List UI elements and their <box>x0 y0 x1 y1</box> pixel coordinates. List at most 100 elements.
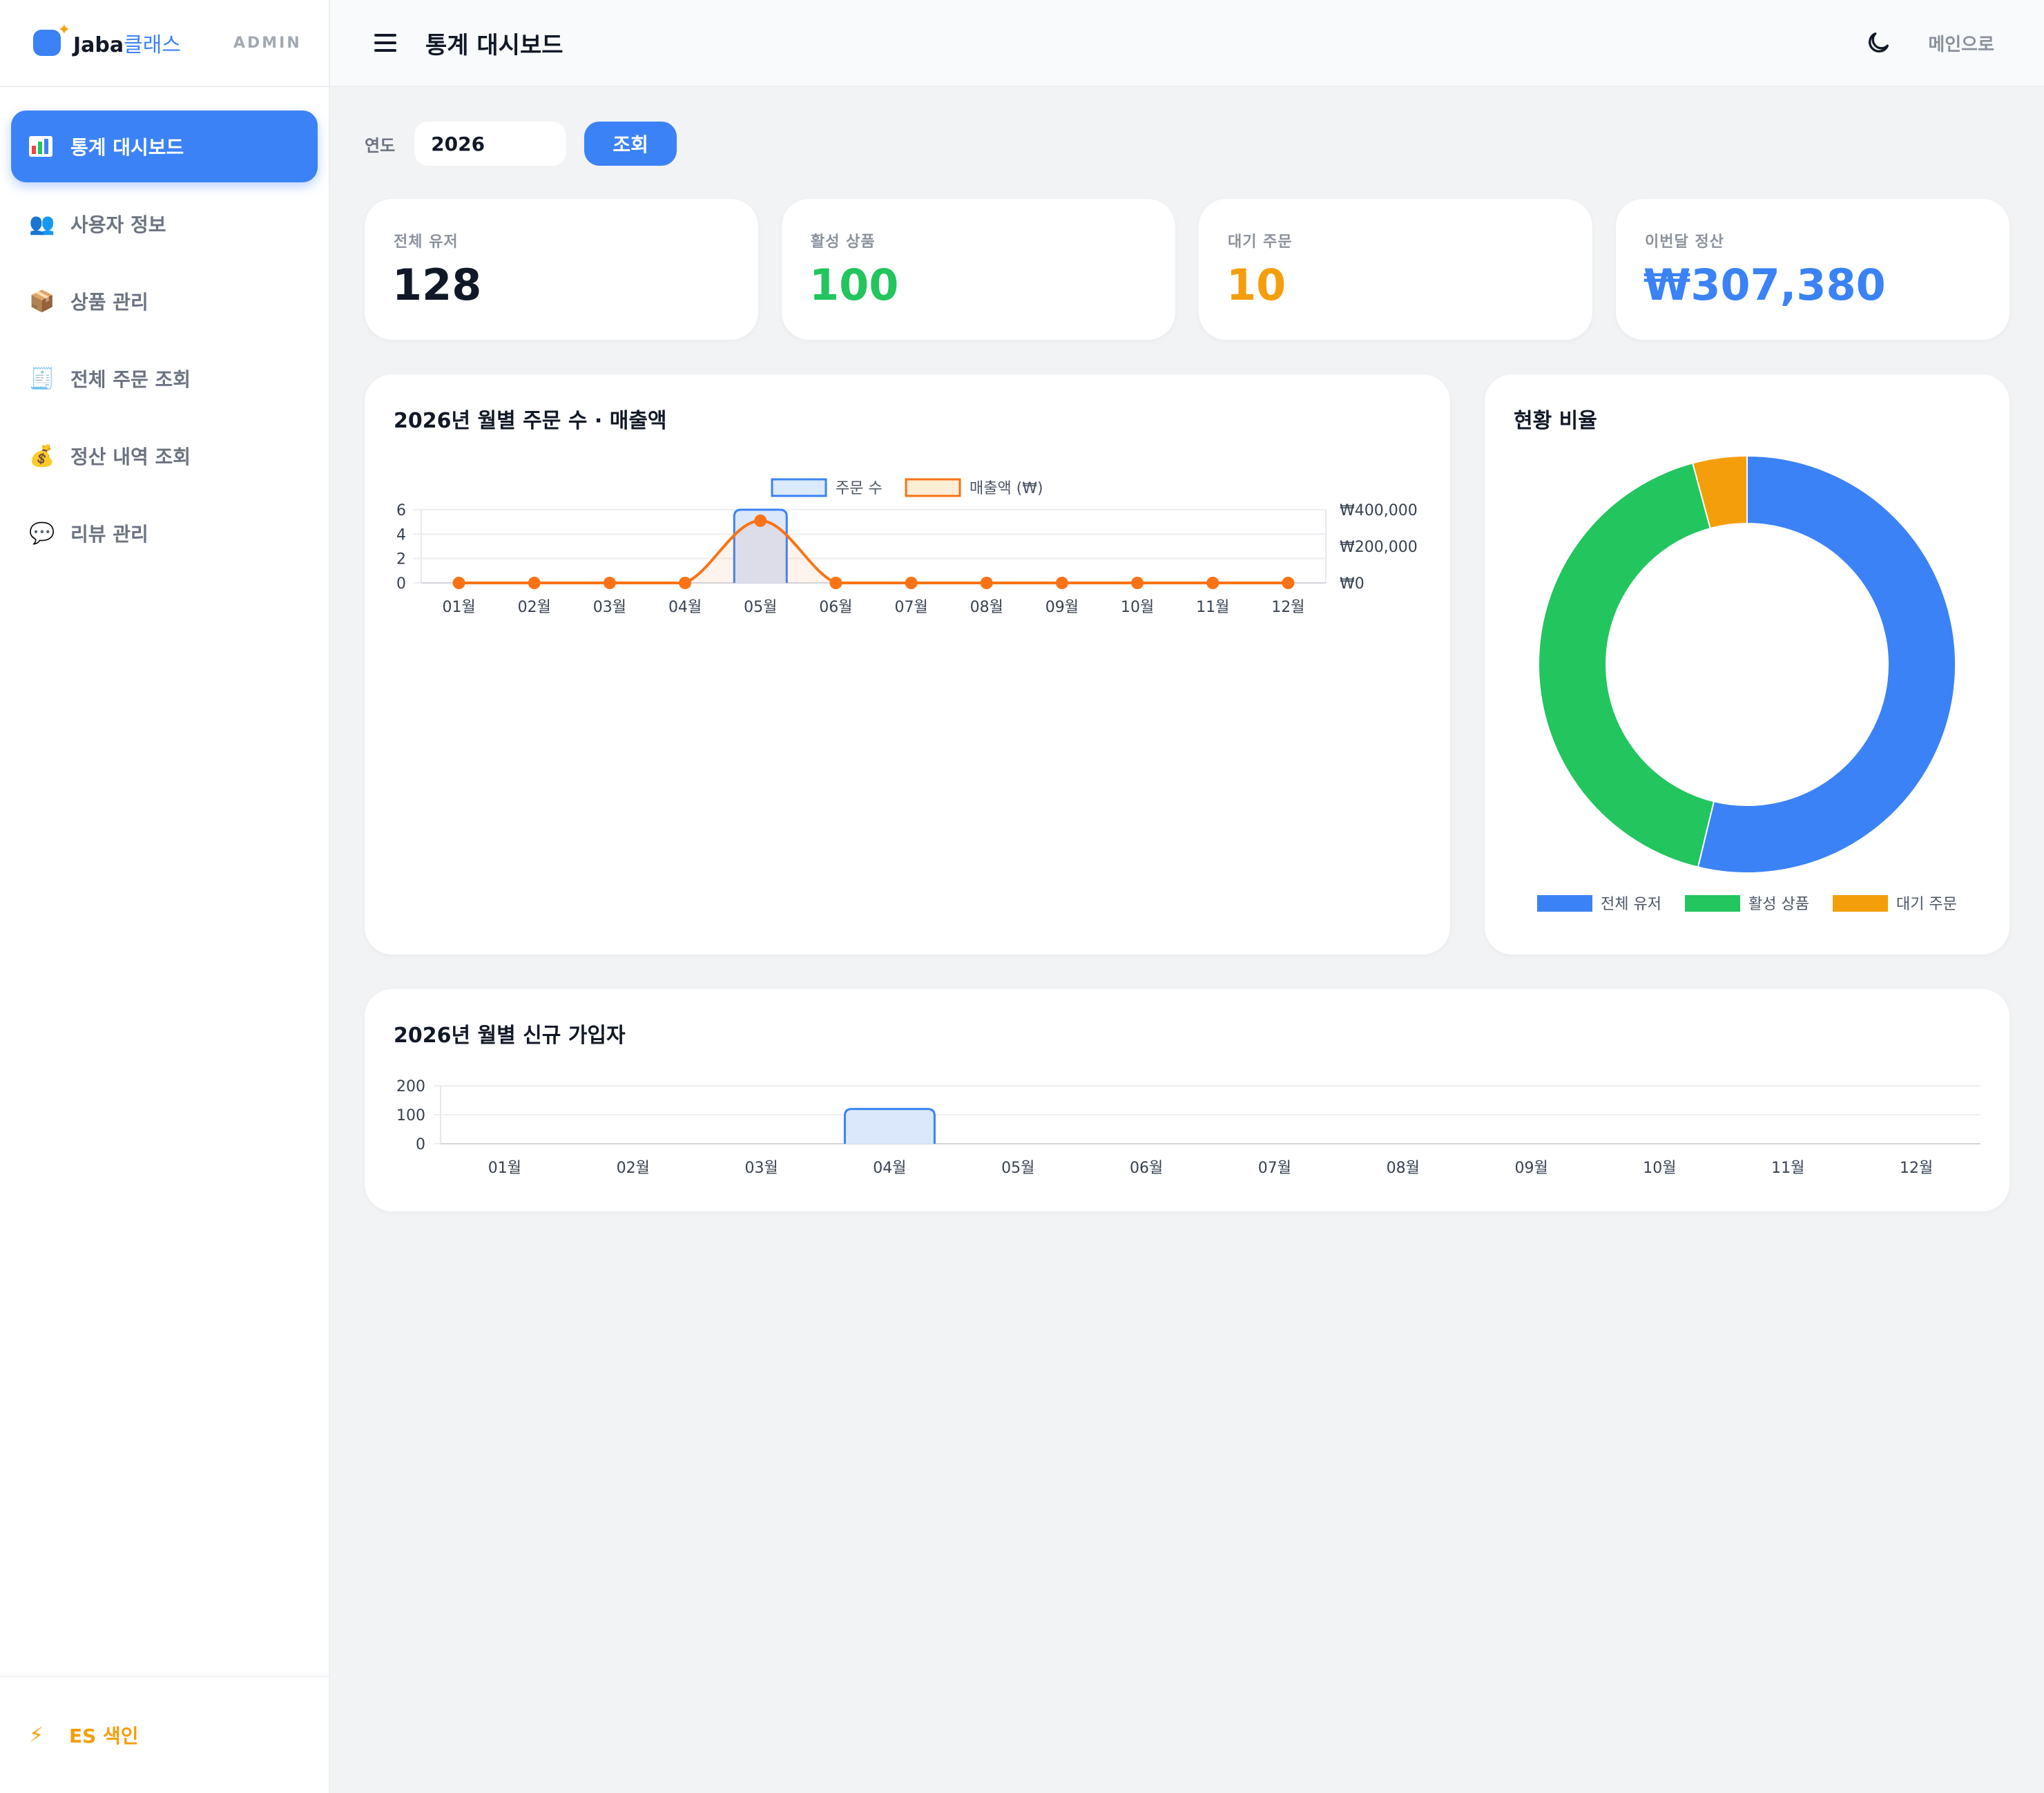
stat-label: 대기 주문 <box>1228 233 1293 251</box>
sidebar-item-settlements[interactable]: 💰 정산 내역 조회 <box>11 420 318 492</box>
x-tick-label: 07월 <box>1258 1160 1291 1177</box>
revenue-point <box>603 577 616 589</box>
sidebar-item-label: 사용자 정보 <box>70 213 166 236</box>
brand-logo-icon: ✦ <box>33 21 70 56</box>
revenue-point <box>679 577 692 589</box>
go-main-link[interactable]: 메인으로 <box>1928 30 1994 56</box>
sidebar-item-reviews[interactable]: 💬 리뷰 관리 <box>11 497 318 569</box>
y-right-tick-label: ₩0 <box>1340 575 1365 593</box>
legend-label: 활성 상품 <box>1748 896 1809 913</box>
x-tick-label: 06월 <box>1130 1160 1163 1177</box>
receipt-icon: 🧾 <box>29 366 55 391</box>
x-tick-label: 06월 <box>819 599 852 616</box>
x-tick-label: 01월 <box>488 1160 521 1177</box>
stat-card-users: 전체 유저 128 <box>365 199 758 340</box>
revenue-area <box>459 520 1289 583</box>
y-left-tick-label: 0 <box>396 575 406 593</box>
sidebar-item-orders[interactable]: 🧾 전체 주문 조회 <box>11 343 318 414</box>
y-tick-label: 0 <box>416 1136 425 1153</box>
bar <box>843 1108 936 1144</box>
signups-chart: 0 100 200 01월 02월 03월 04월 05월 06월 07월 08월 09월 10월 11월… <box>396 1078 1980 1177</box>
y-left-tick-label: 2 <box>396 551 406 568</box>
x-tick-label: 03월 <box>744 1160 778 1177</box>
revenue-point <box>1282 577 1295 589</box>
stat-label: 전체 유저 <box>394 233 459 251</box>
revenue-point <box>452 577 465 589</box>
stat-label: 활성 상품 <box>811 233 876 251</box>
brand[interactable]: ✦ Jaba클래스 ADMIN <box>0 0 329 87</box>
x-tick-label: 03월 <box>593 599 626 616</box>
x-tick-label: 04월 <box>668 599 702 616</box>
signups-card: 2026년 월별 신규 가입자 0 100 200 01월 02월 03월 04월 05월 06… <box>365 989 2009 1211</box>
sidebar-item-dashboard[interactable]: 통계 대시보드 <box>11 111 318 182</box>
moon-icon[interactable] <box>1864 29 1892 57</box>
y-left-tick-label: 4 <box>396 526 406 544</box>
x-tick-label: 11월 <box>1771 1160 1804 1177</box>
speech-bubble-icon: 💬 <box>29 521 55 546</box>
year-input[interactable] <box>414 122 567 166</box>
x-tick-label: 08월 <box>1387 1160 1420 1177</box>
revenue-point <box>754 514 767 527</box>
x-tick-label: 10월 <box>1643 1160 1676 1177</box>
revenue-point <box>980 577 993 589</box>
orders-revenue-chart: 주문 수 매출액 (₩) 0 2 4 6 ₩0 ₩200,000 ₩400,000 01월 02월 0… <box>396 478 1418 616</box>
top-header: 통계 대시보드 메인으로 <box>330 0 2044 87</box>
es-index-label: ES 색인 <box>69 1725 139 1747</box>
stat-card-products: 활성 상품 100 <box>782 199 1175 340</box>
legend-swatch <box>1685 895 1740 912</box>
stat-value: 100 <box>809 260 899 310</box>
sidebar-nav: 통계 대시보드 👥 사용자 정보 📦 상품 관리 🧾 전체 주문 조회 💰 정산… <box>0 87 329 569</box>
sidebar-item-label: 통계 대시보드 <box>70 136 184 159</box>
lightning-icon: ⚡ <box>29 1723 44 1747</box>
y-right-tick-label: ₩200,000 <box>1340 539 1418 556</box>
money-bag-icon: 💰 <box>29 443 55 468</box>
x-tick-label: 05월 <box>1001 1160 1034 1177</box>
sidebar-item-users[interactable]: 👥 사용자 정보 <box>11 188 318 260</box>
x-tick-label: 11월 <box>1196 599 1229 616</box>
package-icon: 📦 <box>29 289 55 314</box>
admin-label: ADMIN <box>233 34 302 52</box>
legend-label: 전체 유저 <box>1601 896 1661 913</box>
sidebar-item-label: 정산 내역 조회 <box>70 445 191 468</box>
legend-label-orders: 주문 수 <box>836 480 883 497</box>
es-index-button[interactable]: ⚡ ES 색인 <box>0 1676 329 1793</box>
revenue-point <box>1055 577 1068 589</box>
page-title: 통계 대시보드 <box>425 31 563 59</box>
x-tick-label: 09월 <box>1045 599 1079 616</box>
revenue-point <box>829 577 842 589</box>
stat-value: 128 <box>392 260 482 310</box>
year-label: 연도 <box>365 135 396 155</box>
sidebar-item-label: 상품 관리 <box>70 291 148 314</box>
legend-label: 대기 주문 <box>1896 896 1957 913</box>
x-tick-label: 05월 <box>744 599 777 616</box>
x-tick-label: 07월 <box>894 599 927 616</box>
stat-card-pending-orders: 대기 주문 10 <box>1199 199 1592 340</box>
y-right-tick-label: ₩400,000 <box>1340 502 1418 519</box>
x-tick-label: 12월 <box>1271 599 1304 616</box>
sidebar-item-products[interactable]: 📦 상품 관리 <box>11 265 318 337</box>
y-tick-label: 200 <box>396 1078 425 1095</box>
revenue-point <box>1131 577 1144 589</box>
revenue-point <box>528 577 541 589</box>
x-tick-label: 12월 <box>1900 1160 1933 1177</box>
hamburger-icon[interactable] <box>374 34 396 52</box>
sidebar: ✦ Jaba클래스 ADMIN 통계 대시보드 👥 사용자 정보 📦 상품 관리… <box>0 0 330 1793</box>
legend-swatch-revenue <box>905 478 961 497</box>
search-button[interactable]: 조회 <box>584 122 677 166</box>
y-left-tick-label: 6 <box>396 502 406 519</box>
stat-value: ₩307,380 <box>1643 260 1886 310</box>
x-tick-label: 10월 <box>1121 599 1154 616</box>
brand-name: Jaba클래스 <box>73 33 181 57</box>
revenue-line <box>459 519 1289 584</box>
users-icon: 👥 <box>29 211 55 236</box>
donut-slice <box>1538 462 1715 868</box>
legend-swatch <box>1833 895 1888 912</box>
revenue-point <box>905 577 918 589</box>
x-tick-label: 01월 <box>442 599 475 616</box>
sidebar-item-label: 전체 주문 조회 <box>70 368 191 391</box>
stat-label: 이번달 정산 <box>1645 233 1724 251</box>
sidebar-item-label: 리뷰 관리 <box>70 523 148 546</box>
orders-revenue-card: 2026년 월별 주문 수 · 매출액 주문 수 매출액 (₩) 0 2 4 6 ₩0 ₩20… <box>365 374 1450 955</box>
year-filter: 연도 조회 <box>365 122 677 166</box>
x-tick-label: 09월 <box>1514 1160 1548 1177</box>
